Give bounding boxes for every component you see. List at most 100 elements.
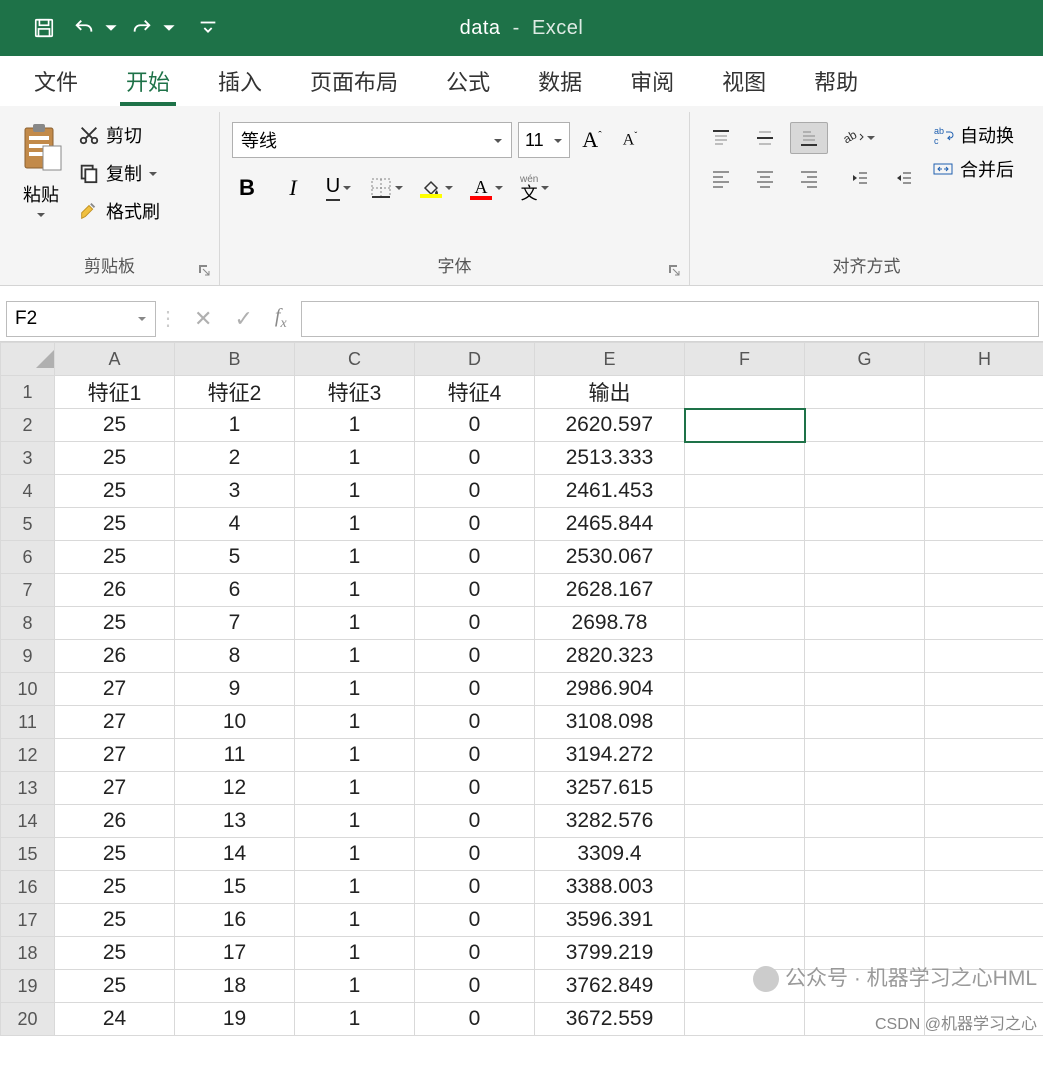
cell-F16[interactable] xyxy=(685,871,805,904)
cell-H18[interactable] xyxy=(925,937,1043,970)
cell-G17[interactable] xyxy=(805,904,925,937)
row-header-15[interactable]: 15 xyxy=(1,838,55,871)
row-header-16[interactable]: 16 xyxy=(1,871,55,904)
align-center-button[interactable] xyxy=(746,162,784,194)
cell-D3[interactable]: 0 xyxy=(415,442,535,475)
cell-F12[interactable] xyxy=(685,739,805,772)
cell-D6[interactable]: 0 xyxy=(415,541,535,574)
cell-D19[interactable]: 0 xyxy=(415,970,535,1003)
cell-D17[interactable]: 0 xyxy=(415,904,535,937)
row-header-7[interactable]: 7 xyxy=(1,574,55,607)
cell-B9[interactable]: 8 xyxy=(175,640,295,673)
cell-E3[interactable]: 2513.333 xyxy=(535,442,685,475)
cell-D9[interactable]: 0 xyxy=(415,640,535,673)
cell-B17[interactable]: 16 xyxy=(175,904,295,937)
cell-E5[interactable]: 2465.844 xyxy=(535,508,685,541)
cell-C15[interactable]: 1 xyxy=(295,838,415,871)
bold-button[interactable]: B xyxy=(232,170,262,206)
cell-F10[interactable] xyxy=(685,673,805,706)
fx-icon[interactable]: fx xyxy=(275,305,287,332)
cell-A5[interactable]: 25 xyxy=(55,508,175,541)
cell-C12[interactable]: 1 xyxy=(295,739,415,772)
cell-D12[interactable]: 0 xyxy=(415,739,535,772)
font-size-select[interactable]: 11 xyxy=(518,122,570,158)
cell-A19[interactable]: 25 xyxy=(55,970,175,1003)
paste-button[interactable]: 粘贴 xyxy=(12,116,70,223)
increase-font-button[interactable]: Aˆ xyxy=(576,122,608,158)
cell-A18[interactable]: 25 xyxy=(55,937,175,970)
redo-button[interactable] xyxy=(126,12,158,44)
cell-H10[interactable] xyxy=(925,673,1043,706)
cell-E16[interactable]: 3388.003 xyxy=(535,871,685,904)
cell-C11[interactable]: 1 xyxy=(295,706,415,739)
cell-G14[interactable] xyxy=(805,805,925,838)
cell-E11[interactable]: 3108.098 xyxy=(535,706,685,739)
tab-4[interactable]: 公式 xyxy=(422,56,514,106)
cell-G2[interactable] xyxy=(805,409,925,442)
align-left-button[interactable] xyxy=(702,162,740,194)
cell-E15[interactable]: 3309.4 xyxy=(535,838,685,871)
cell-H4[interactable] xyxy=(925,475,1043,508)
cell-F3[interactable] xyxy=(685,442,805,475)
cell-B10[interactable]: 9 xyxy=(175,673,295,706)
cell-B20[interactable]: 19 xyxy=(175,1003,295,1036)
spreadsheet-grid[interactable]: ABCDEFGH1特征1特征2特征3特征4输出2251102620.597325… xyxy=(0,342,1043,1036)
row-header-11[interactable]: 11 xyxy=(1,706,55,739)
cell-G9[interactable] xyxy=(805,640,925,673)
cell-H2[interactable] xyxy=(925,409,1043,442)
row-header-3[interactable]: 3 xyxy=(1,442,55,475)
row-header-19[interactable]: 19 xyxy=(1,970,55,1003)
cell-G11[interactable] xyxy=(805,706,925,739)
cell-A14[interactable]: 26 xyxy=(55,805,175,838)
cell-E17[interactable]: 3596.391 xyxy=(535,904,685,937)
cell-F9[interactable] xyxy=(685,640,805,673)
cell-A11[interactable]: 27 xyxy=(55,706,175,739)
cancel-formula-button[interactable]: ✕ xyxy=(194,306,212,332)
cell-F7[interactable] xyxy=(685,574,805,607)
cell-A12[interactable]: 27 xyxy=(55,739,175,772)
cell-B14[interactable]: 13 xyxy=(175,805,295,838)
row-header-10[interactable]: 10 xyxy=(1,673,55,706)
cell-A15[interactable]: 25 xyxy=(55,838,175,871)
cell-F13[interactable] xyxy=(685,772,805,805)
cell-A7[interactable]: 26 xyxy=(55,574,175,607)
cell-F19[interactable] xyxy=(685,970,805,1003)
tab-7[interactable]: 视图 xyxy=(698,56,790,106)
column-header-F[interactable]: F xyxy=(685,343,805,376)
cell-D13[interactable]: 0 xyxy=(415,772,535,805)
align-top-button[interactable] xyxy=(702,122,740,154)
cell-C1[interactable]: 特征3 xyxy=(295,376,415,409)
row-header-17[interactable]: 17 xyxy=(1,904,55,937)
enter-formula-button[interactable]: ✓ xyxy=(234,306,252,332)
cell-C7[interactable]: 1 xyxy=(295,574,415,607)
cell-G20[interactable] xyxy=(805,1003,925,1036)
cell-F18[interactable] xyxy=(685,937,805,970)
cell-C14[interactable]: 1 xyxy=(295,805,415,838)
cell-E13[interactable]: 3257.615 xyxy=(535,772,685,805)
cell-B15[interactable]: 14 xyxy=(175,838,295,871)
row-header-8[interactable]: 8 xyxy=(1,607,55,640)
row-header-4[interactable]: 4 xyxy=(1,475,55,508)
cell-A3[interactable]: 25 xyxy=(55,442,175,475)
copy-button[interactable]: 复制 xyxy=(78,160,160,186)
formula-bar[interactable] xyxy=(301,301,1039,337)
cell-F14[interactable] xyxy=(685,805,805,838)
cell-C3[interactable]: 1 xyxy=(295,442,415,475)
cell-F15[interactable] xyxy=(685,838,805,871)
cell-B8[interactable]: 7 xyxy=(175,607,295,640)
cell-B2[interactable]: 1 xyxy=(175,409,295,442)
cell-G4[interactable] xyxy=(805,475,925,508)
cell-F6[interactable] xyxy=(685,541,805,574)
cell-C18[interactable]: 1 xyxy=(295,937,415,970)
cell-H3[interactable] xyxy=(925,442,1043,475)
cell-C4[interactable]: 1 xyxy=(295,475,415,508)
cell-C20[interactable]: 1 xyxy=(295,1003,415,1036)
column-header-B[interactable]: B xyxy=(175,343,295,376)
cell-H19[interactable] xyxy=(925,970,1043,1003)
cell-C13[interactable]: 1 xyxy=(295,772,415,805)
cell-C2[interactable]: 1 xyxy=(295,409,415,442)
cell-B4[interactable]: 3 xyxy=(175,475,295,508)
cell-A4[interactable]: 25 xyxy=(55,475,175,508)
cell-H8[interactable] xyxy=(925,607,1043,640)
merge-center-button[interactable]: 合并后 xyxy=(932,156,1014,182)
